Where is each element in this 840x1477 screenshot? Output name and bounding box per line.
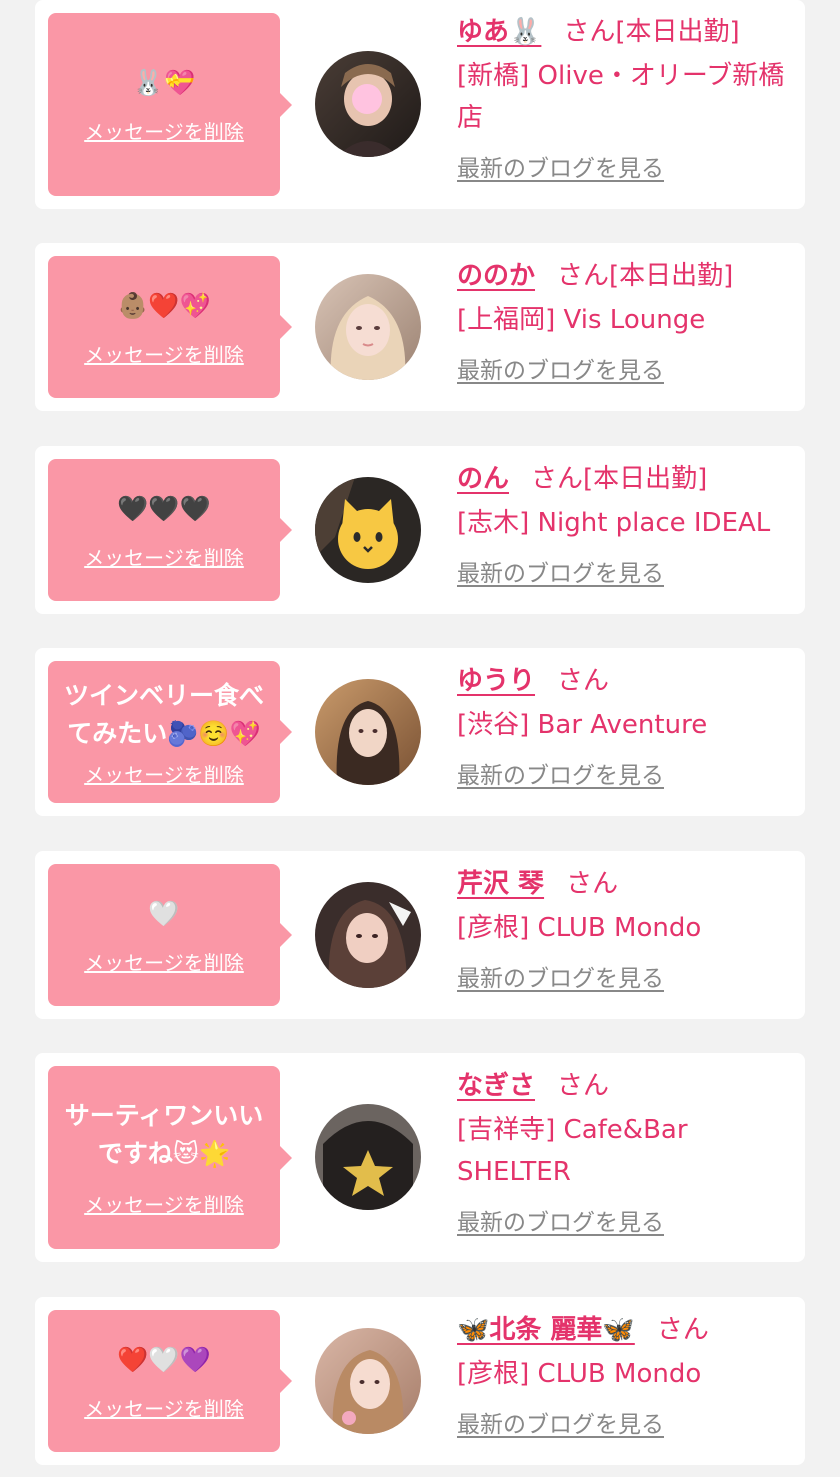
- avatar[interactable]: [315, 274, 421, 380]
- avatar[interactable]: [315, 1328, 421, 1434]
- message-text: ツインベリー食べてみたい🫐☺️💖: [63, 680, 264, 748]
- name-line: のん さん[本日出勤]: [457, 458, 797, 500]
- cast-name-link[interactable]: ののか: [457, 261, 535, 291]
- message-bubble: 🐰💝 メッセージを削除: [48, 13, 292, 196]
- message-text: 👶🏽❤️💖: [117, 290, 211, 320]
- avatar[interactable]: [315, 1104, 421, 1210]
- message-bubble: 👶🏽❤️💖 メッセージを削除: [48, 256, 292, 398]
- cast-info: なぎさ さん [吉祥寺] Cafe&Bar SHELTER 最新のブログを見る: [457, 1065, 797, 1237]
- shop-name: [新橋] Olive・オリーブ新橋店: [457, 61, 785, 133]
- cast-info: ののか さん[本日出勤] [上福岡] Vis Lounge 最新のブログを見る: [457, 255, 797, 385]
- name-suffix: さん: [557, 666, 610, 696]
- name-line: ののか さん[本日出勤]: [457, 255, 797, 297]
- message-bubble: ツインベリー食べてみたい🫐☺️💖 メッセージを削除: [48, 661, 292, 803]
- name-line: なぎさ さん: [457, 1065, 797, 1107]
- delete-message-link[interactable]: メッセージを削除: [84, 759, 244, 788]
- shop-name: [上福岡] Vis Lounge: [457, 305, 706, 335]
- latest-blog-link[interactable]: 最新のブログを見る: [457, 1203, 797, 1237]
- name-line: 🦋北条 麗華🦋 さん: [457, 1309, 797, 1351]
- list-item: サーティワンいいですね😻🌟 メッセージを削除 なぎさ さん [吉祥寺] Cafe&…: [35, 1053, 805, 1262]
- list-item: 🖤🖤🖤 メッセージを削除 のん さん[本日出勤] [志木] Night place…: [35, 446, 805, 614]
- cast-name-link[interactable]: 🦋北条 麗華🦋: [457, 1315, 635, 1345]
- avatar[interactable]: [315, 679, 421, 785]
- message-text: 🖤🖤🖤: [117, 493, 211, 523]
- cast-name-link[interactable]: 芹沢 琴: [457, 869, 544, 899]
- delete-message-link[interactable]: メッセージを削除: [84, 1393, 244, 1422]
- message-text: 🐰💝: [132, 68, 196, 97]
- shop-name: [彦根] CLUB Mondo: [457, 913, 702, 943]
- cast-name-link[interactable]: ゆあ🐰: [457, 17, 541, 47]
- cast-info: ゆうり さん [渋谷] Bar Aventure 最新のブログを見る: [457, 660, 797, 790]
- list-item: 🐰💝 メッセージを削除 ゆあ🐰 さん[本日出勤] [新橋] Olive・オリーブ新…: [35, 0, 805, 209]
- cast-name-link[interactable]: のん: [457, 464, 509, 494]
- avatar[interactable]: [315, 51, 421, 157]
- avatar[interactable]: [315, 882, 421, 988]
- message-bubble: ❤️🤍💜 メッセージを削除: [48, 1310, 292, 1452]
- latest-blog-link[interactable]: 最新のブログを見る: [457, 756, 797, 790]
- avatar[interactable]: [315, 477, 421, 583]
- name-suffix: さん[本日出勤]: [563, 17, 740, 47]
- delete-message-link[interactable]: メッセージを削除: [84, 116, 244, 145]
- name-line: 芹沢 琴さん: [457, 863, 797, 905]
- message-bubble: サーティワンいいですね😻🌟 メッセージを削除: [48, 1066, 292, 1249]
- list-item: 🤍 メッセージを削除 芹沢 琴さん [彦根] CLUB Mondo 最新のブログ…: [35, 851, 805, 1019]
- cast-info: 芹沢 琴さん [彦根] CLUB Mondo 最新のブログを見る: [457, 863, 797, 993]
- name-suffix: さん[本日出勤]: [531, 464, 708, 494]
- name-suffix: さん: [656, 1315, 709, 1345]
- name-suffix: さん: [557, 1071, 610, 1101]
- delete-message-link[interactable]: メッセージを削除: [84, 542, 244, 571]
- delete-message-link[interactable]: メッセージを削除: [84, 947, 244, 976]
- latest-blog-link[interactable]: 最新のブログを見る: [457, 554, 797, 588]
- name-suffix: さん: [566, 869, 619, 899]
- cast-info: のん さん[本日出勤] [志木] Night place IDEAL 最新のブログ…: [457, 458, 797, 588]
- list-item: ❤️🤍💜 メッセージを削除 🦋北条 麗華🦋 さん [彦根] CLUB Mondo …: [35, 1297, 805, 1465]
- list-item: ツインベリー食べてみたい🫐☺️💖 メッセージを削除 ゆうり さん [渋谷] Bar…: [35, 648, 805, 816]
- name-suffix: さん[本日出勤]: [557, 261, 734, 291]
- delete-message-link[interactable]: メッセージを削除: [84, 1189, 244, 1218]
- message-text: ❤️🤍💜: [117, 1344, 211, 1374]
- name-line: ゆあ🐰 さん[本日出勤]: [457, 11, 797, 53]
- shop-name: [志木] Night place IDEAL: [457, 508, 771, 538]
- cast-info: ゆあ🐰 さん[本日出勤] [新橋] Olive・オリーブ新橋店 最新のブログを見る: [457, 11, 797, 183]
- cast-name-link[interactable]: ゆうり: [457, 666, 535, 696]
- list-item: 👶🏽❤️💖 メッセージを削除 ののか さん[本日出勤] [上福岡] Vis Lou…: [35, 243, 805, 411]
- shop-name: [吉祥寺] Cafe&Bar SHELTER: [457, 1115, 688, 1187]
- name-line: ゆうり さん: [457, 660, 797, 702]
- message-text: サーティワンいいですね😻🌟: [64, 1101, 264, 1168]
- shop-name: [渋谷] Bar Aventure: [457, 710, 708, 740]
- latest-blog-link[interactable]: 最新のブログを見る: [457, 149, 797, 183]
- message-bubble: 🖤🖤🖤 メッセージを削除: [48, 459, 292, 601]
- delete-message-link[interactable]: メッセージを削除: [84, 339, 244, 368]
- shop-name: [彦根] CLUB Mondo: [457, 1359, 702, 1389]
- latest-blog-link[interactable]: 最新のブログを見る: [457, 351, 797, 385]
- cast-name-link[interactable]: なぎさ: [457, 1071, 535, 1101]
- latest-blog-link[interactable]: 最新のブログを見る: [457, 1405, 797, 1439]
- message-bubble: 🤍 メッセージを削除: [48, 864, 292, 1006]
- favorite-cast-list: 🐰💝 メッセージを削除 ゆあ🐰 さん[本日出勤] [新橋] Olive・オリーブ新…: [0, 0, 840, 1477]
- cast-info: 🦋北条 麗華🦋 さん [彦根] CLUB Mondo 最新のブログを見る: [457, 1309, 797, 1439]
- latest-blog-link[interactable]: 最新のブログを見る: [457, 959, 797, 993]
- message-text: 🤍: [148, 898, 180, 928]
